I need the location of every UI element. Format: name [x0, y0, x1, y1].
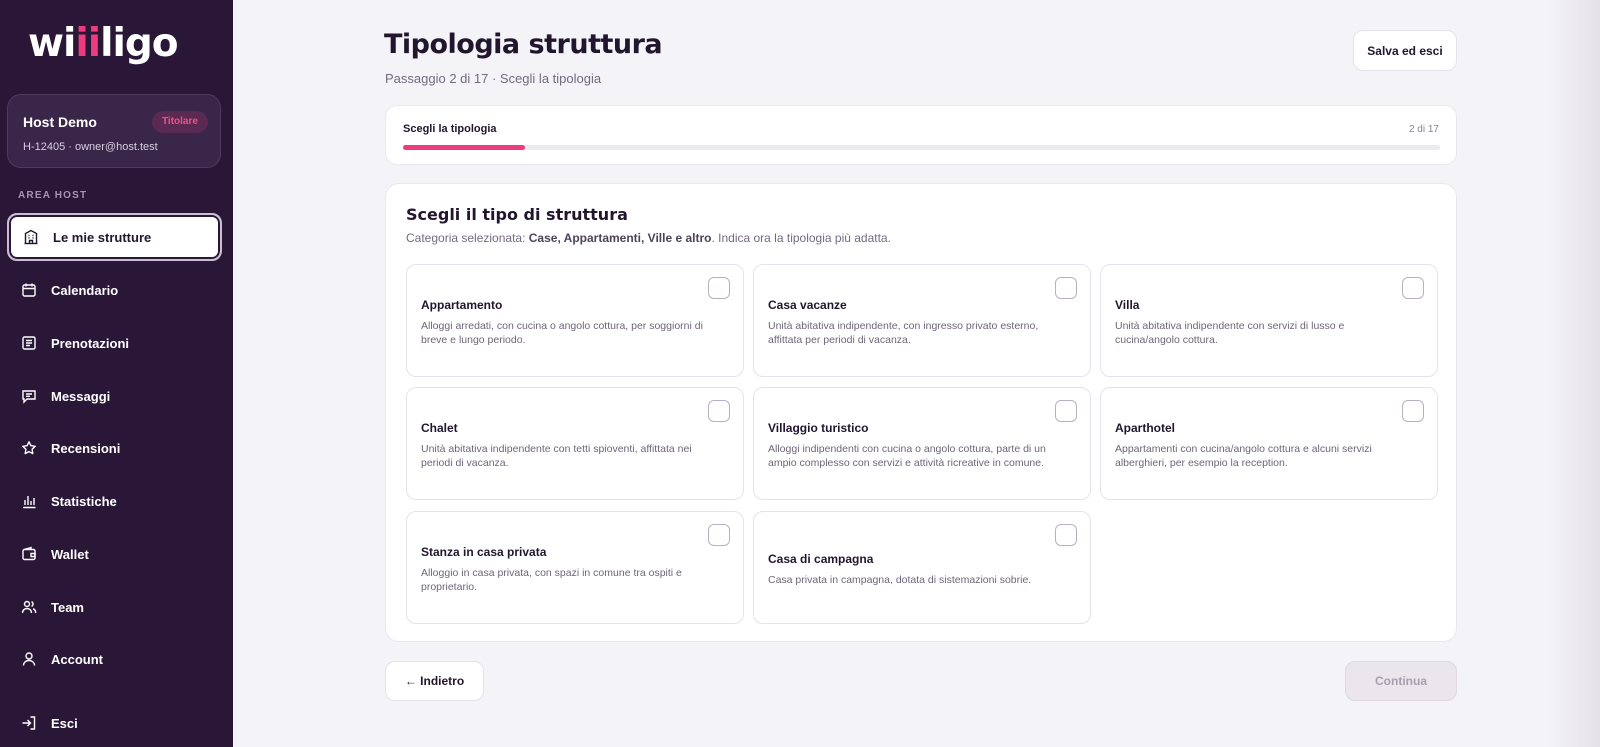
calendar-icon [21, 282, 37, 298]
option-card-casa-vacanze[interactable]: Casa vacanze Unità abitativa indipendente… [753, 264, 1091, 377]
sidebar-item-wallet[interactable]: Wallet [7, 530, 222, 578]
sidebar-item-label: Statistiche [51, 493, 117, 509]
sidebar-item-label: Wallet [51, 546, 89, 562]
sidebar-item-label: Le mie strutture [53, 229, 152, 245]
option-card-casa-di-campagna[interactable]: Casa di campagna Casa privata in campagna… [753, 511, 1091, 624]
option-card-stanza-in-casa-privata[interactable]: Stanza in casa privata Alloggio in casa p… [406, 511, 744, 624]
section-title: Scegli il tipo di struttura [406, 205, 628, 224]
sidebar-item-label: Calendario [51, 282, 119, 298]
logout-button[interactable]: Esci [7, 699, 222, 747]
sidebar-item-statistiche[interactable]: Statistiche [7, 477, 222, 525]
logout-label: Esci [51, 715, 78, 731]
sidebar-item-calendario[interactable]: Calendario [7, 266, 222, 314]
sidebar-item-label: Messaggi [51, 388, 111, 404]
option-description: Unità abitativa indipendente con servizi… [1115, 319, 1345, 347]
structure-type-card: Scegli il tipo di struttura Categoria se… [385, 183, 1457, 642]
page-edge-shadow [1548, 0, 1600, 747]
sidebar-item-messaggi[interactable]: Messaggi [7, 372, 222, 420]
page-title: Tipologia struttura [384, 29, 663, 60]
team-icon [21, 599, 37, 615]
progress-card: Scegli la tipologia 2 di 17 [385, 105, 1457, 165]
option-title: Villa [1115, 297, 1140, 312]
option-title: Villaggio turistico [768, 420, 869, 435]
progress-step-count: 2 di 17 [1408, 124, 1439, 135]
progress-bar [403, 145, 1440, 150]
option-checkbox[interactable] [1055, 400, 1077, 422]
progress-bar-fill [403, 145, 526, 150]
logo-text-end: ligo [100, 21, 178, 66]
option-description: Unità abitativa indipendente, con ingres… [768, 319, 1039, 347]
continue-button[interactable]: Continua [1345, 661, 1457, 701]
option-description: Appartamenti con cucina/angolo cottura e… [1115, 442, 1372, 470]
sidebar-item-label: Prenotazioni [51, 335, 130, 351]
option-checkbox[interactable] [1402, 400, 1424, 422]
bar-chart-icon [21, 493, 37, 509]
logo-text-accent: ii [75, 21, 101, 66]
option-checkbox[interactable] [708, 400, 730, 422]
wallet-icon [21, 546, 37, 562]
option-checkbox[interactable] [1402, 277, 1424, 299]
sidebar-item-label: Account [51, 651, 103, 667]
chat-icon [21, 388, 37, 404]
section-description: Categoria selezionata: Case, Appartament… [406, 231, 891, 245]
option-card-aparthotel[interactable]: Aparthotel Appartamenti con cucina/angolo… [1100, 387, 1438, 500]
desc-prefix: Categoria selezionata: [406, 231, 529, 245]
sidebar-item-le-mie-strutture[interactable]: Le mie strutture [7, 213, 222, 261]
back-button[interactable]: ← Indietro [385, 661, 484, 701]
option-card-villaggio-turistico[interactable]: Villaggio turistico Alloggi indipendenti … [753, 387, 1091, 500]
host-card: Host Demo Titolare H-12405 · owner@host.… [7, 94, 221, 168]
logout-icon [21, 715, 37, 731]
logo[interactable]: wiiiligo [28, 20, 179, 68]
progress-step-label: Scegli la tipologia [403, 123, 497, 135]
sidebar-section-label: AREA HOST [18, 190, 88, 201]
host-meta: H-12405 · owner@host.test [23, 141, 158, 153]
option-description: Alloggi indipendenti con cucina o angolo… [768, 442, 1046, 470]
option-title: Stanza in casa privata [421, 544, 547, 559]
option-description: Unità abitativa indipendente con tetti s… [421, 442, 692, 470]
host-name: Host Demo [23, 114, 97, 130]
option-checkbox[interactable] [708, 277, 730, 299]
building-icon [23, 229, 39, 245]
user-icon [21, 651, 37, 667]
save-and-exit-button[interactable]: Salva ed esci [1353, 30, 1457, 71]
sidebar-item-team[interactable]: Team [7, 583, 222, 631]
sidebar-item-prenotazioni[interactable]: Prenotazioni [7, 319, 222, 367]
role-badge: Titolare [152, 111, 208, 133]
page-subtitle: Passaggio 2 di 17 · Scegli la tipologia [385, 71, 602, 86]
logo-text-start: wi [28, 21, 76, 66]
star-icon [21, 440, 37, 456]
desc-suffix: . Indica ora la tipologia più adatta. [711, 231, 891, 245]
option-card-appartamento[interactable]: Appartamento Alloggi arredati, con cucina… [406, 264, 744, 377]
option-description: Alloggi arredati, con cucina o angolo co… [421, 319, 703, 347]
sidebar-item-label: Team [51, 599, 84, 615]
option-title: Casa vacanze [768, 297, 847, 312]
option-card-chalet[interactable]: Chalet Unità abitativa indipendente con t… [406, 387, 744, 500]
option-card-villa[interactable]: Villa Unità abitativa indipendente con se… [1100, 264, 1438, 377]
option-title: Appartamento [421, 297, 503, 312]
option-description: Casa privata in campagna, dotata di sist… [768, 573, 1032, 586]
sidebar: wiiiligo Host Demo Titolare H-12405 · ow… [0, 0, 233, 747]
option-checkbox[interactable] [708, 524, 730, 546]
selected-category: Case, Appartamenti, Ville e altro [528, 231, 712, 245]
sidebar-item-recensioni[interactable]: Recensioni [7, 424, 222, 472]
option-title: Casa di campagna [768, 551, 874, 566]
option-checkbox[interactable] [1055, 524, 1077, 546]
sidebar-item-account[interactable]: Account [7, 635, 222, 683]
option-title: Aparthotel [1115, 420, 1175, 435]
option-checkbox[interactable] [1055, 277, 1077, 299]
option-title: Chalet [421, 420, 458, 435]
sidebar-item-label: Recensioni [51, 440, 121, 456]
list-icon [21, 335, 37, 351]
option-description: Alloggio in casa privata, con spazi in c… [421, 566, 682, 594]
